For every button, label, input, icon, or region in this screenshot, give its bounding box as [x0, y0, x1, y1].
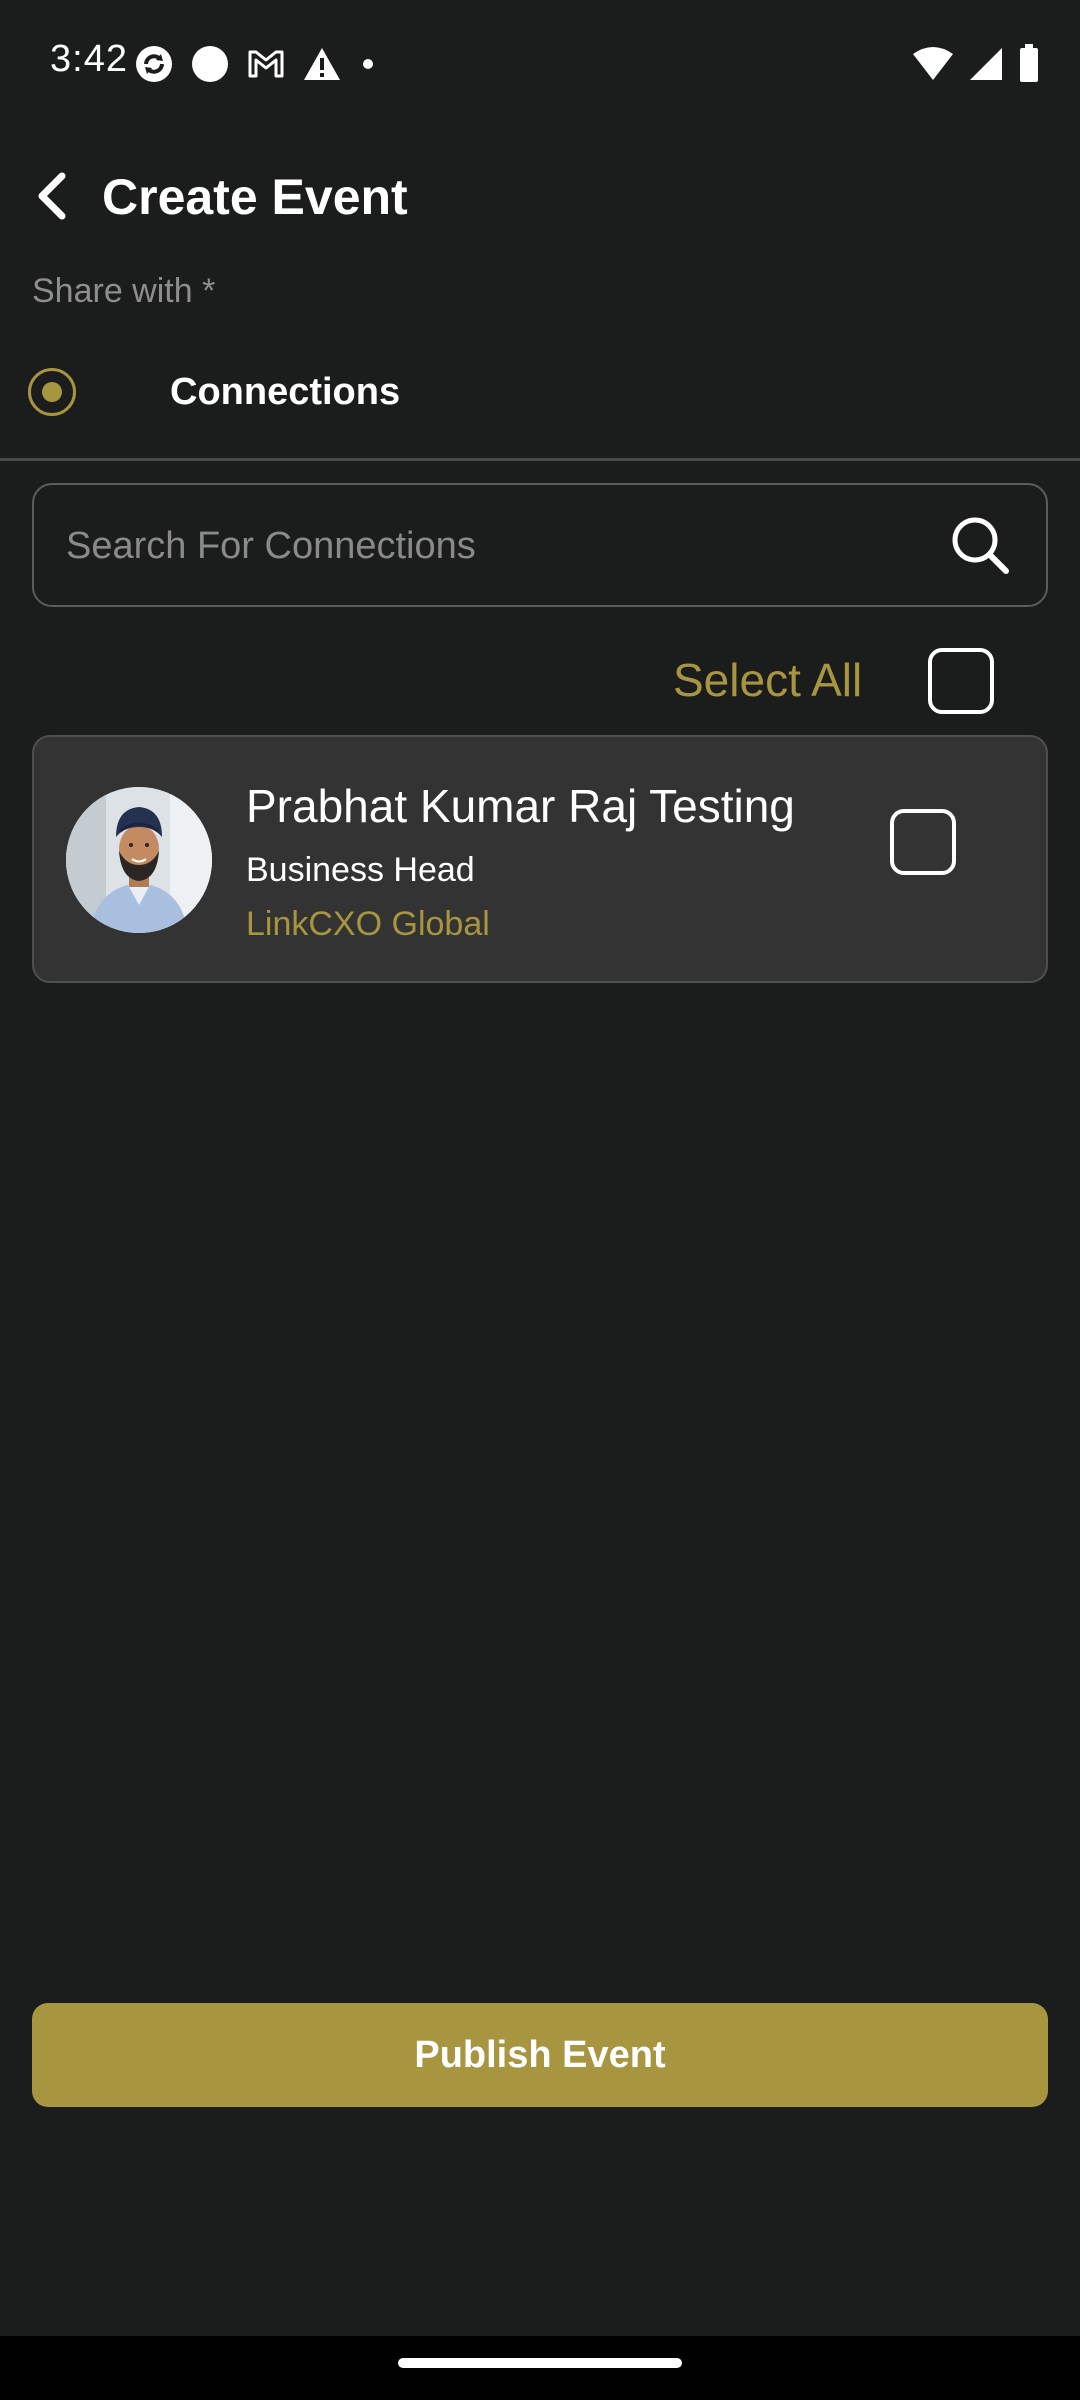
- avatar-image: [66, 787, 212, 933]
- app-header: Create Event: [0, 150, 1080, 250]
- back-button[interactable]: [22, 166, 82, 226]
- radio-option-connections[interactable]: Connections: [28, 352, 1048, 432]
- circle-icon: [192, 46, 228, 82]
- connection-name: Prabhat Kumar Raj Testing: [246, 780, 795, 832]
- radio-option-label: Connections: [170, 370, 401, 413]
- radio-selected-dot: [42, 382, 62, 402]
- navigation-bar: [0, 2336, 1080, 2400]
- radio-button[interactable]: [28, 368, 76, 416]
- search-box: [32, 483, 1048, 607]
- sync-icon: [136, 46, 172, 82]
- search-input[interactable]: [64, 485, 948, 607]
- select-all-label: Select All: [673, 654, 863, 706]
- home-indicator[interactable]: [398, 2358, 682, 2368]
- search-icon[interactable]: [948, 513, 1012, 577]
- connection-checkbox[interactable]: [890, 809, 956, 875]
- connection-card[interactable]: Prabhat Kumar Raj Testing Business Head …: [32, 735, 1048, 983]
- battery-icon: [1020, 44, 1038, 82]
- gmail-icon: [248, 50, 284, 78]
- page-title: Create Event: [102, 169, 408, 225]
- select-all-checkbox[interactable]: [928, 648, 994, 714]
- signal-icon: [970, 48, 1002, 80]
- notification-icons: [134, 44, 378, 84]
- divider: [0, 458, 1080, 461]
- wifi-icon: [913, 47, 953, 80]
- status-time: 3:42: [50, 38, 128, 80]
- connection-company: LinkCXO Global: [246, 905, 490, 943]
- select-all-row: Select All: [640, 640, 1060, 720]
- chevron-left-icon: [38, 172, 66, 220]
- connection-role: Business Head: [246, 851, 475, 889]
- system-icons: [912, 44, 1040, 84]
- publish-event-button[interactable]: Publish Event: [32, 2003, 1048, 2107]
- avatar: [66, 787, 212, 933]
- warning-icon: [304, 48, 340, 80]
- status-bar: 3:42: [0, 0, 1080, 128]
- share-with-label: Share with *: [32, 272, 216, 310]
- dot-icon: [363, 59, 373, 69]
